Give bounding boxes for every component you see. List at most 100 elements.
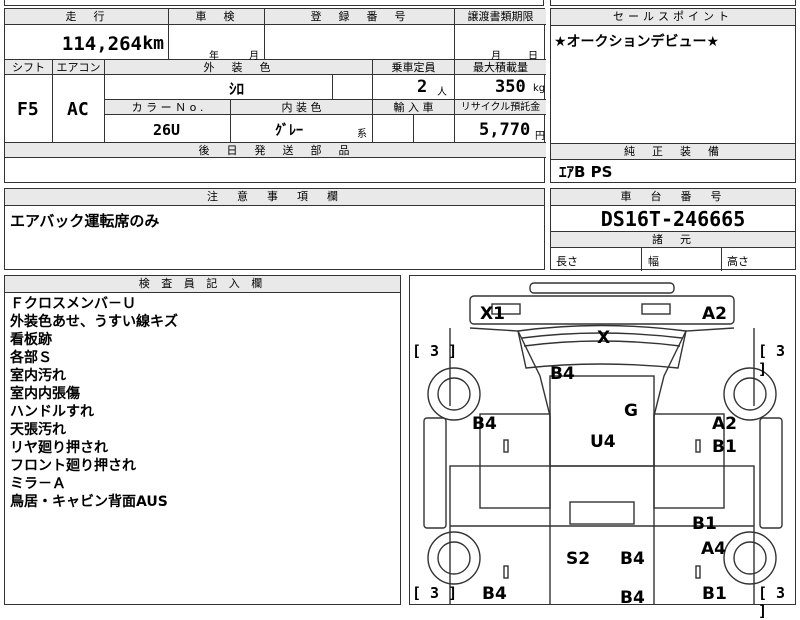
left-a-pillar — [469, 327, 551, 466]
right-side-panel — [759, 417, 783, 529]
import-header: 輸 入 車 — [373, 100, 455, 115]
damage-mark: B1 — [712, 437, 737, 457]
inspector-line: 室内汚れ — [10, 368, 66, 384]
later-parts-cell — [5, 158, 546, 182]
sales-point-text: ★オークションデビュー★ — [554, 34, 720, 50]
damage-mark: B4 — [620, 549, 645, 569]
front-left-wheel — [427, 367, 481, 421]
dim-length-cell: 長さ — [551, 247, 642, 271]
tire-label-front-right: [ 3 ] — [758, 342, 786, 378]
color-no-header: カ ラ ー Ｎ o . — [105, 100, 231, 115]
dim-width-label: 幅 — [648, 255, 659, 268]
roof-outline — [549, 375, 655, 467]
max-load-header: 最大積載量 — [455, 60, 546, 75]
rear-right-wheel — [723, 531, 777, 585]
capacity-value: 2 — [417, 77, 428, 97]
inspector-line: 室内内張傷 — [10, 386, 80, 402]
registration-header: 登 録 番 号 — [265, 9, 455, 25]
recycle-fee-cell: 5,770 円 — [455, 115, 546, 143]
tire-label-front-left: [ 3 ] — [412, 342, 458, 360]
top-strip-right — [550, 0, 796, 6]
exterior-color-header: 外 装 色 — [105, 60, 373, 75]
equipment-text: ｴｱB PS — [559, 163, 613, 181]
inspector-box: 検 査 員 記 入 欄 Ｆクロスメンバ－Ｕ 外装色あせ、うすい線キズ 看板跡 各… — [4, 275, 401, 605]
exterior-color-cell: ｼﾛ — [105, 75, 333, 100]
recycle-fee-value: 5,770 — [479, 120, 531, 140]
inspector-line: フロント廻り押され — [10, 458, 136, 474]
inspector-line: ミラ－Ａ — [10, 476, 66, 492]
interior-color-value: ｸﾞﾚｰ — [275, 123, 303, 139]
bed-center-panel — [569, 501, 635, 525]
tire-label-rear-right: [ 3 ] — [758, 584, 786, 620]
transfer-cell: 月 日 — [455, 25, 546, 62]
capacity-header: 乗車定員 — [373, 60, 455, 75]
notes-header: 注 意 事 項 欄 — [5, 189, 544, 206]
top-strip — [4, 0, 544, 6]
aircon-header: エアコン — [53, 60, 105, 75]
damage-mark: G — [624, 401, 638, 421]
max-load-value: 350 — [495, 77, 526, 97]
damage-mark: B4 — [620, 588, 645, 608]
recycle-fee-header: リサイクル預託金 — [455, 100, 546, 115]
registration-cell — [265, 25, 455, 60]
notes-box: 注 意 事 項 欄 エアバック運転席のみ — [4, 188, 545, 270]
damage-mark: A2 — [712, 414, 737, 434]
color-no-cell: 26U — [105, 115, 231, 143]
inspector-line: 各部Ｓ — [10, 350, 52, 366]
left-side-panel — [423, 417, 447, 529]
inspector-line: 鳥居・キャビン背面AUS — [10, 494, 168, 510]
dim-height-cell: 高さ — [721, 247, 797, 271]
exterior-color-value: ｼﾛ — [229, 80, 245, 98]
dim-width-cell: 幅 — [641, 247, 722, 271]
shift-value: F5 — [17, 99, 39, 120]
transfer-deadline-header: 譲渡書類期限 — [455, 9, 546, 25]
recycle-fee-unit: 円 — [535, 131, 545, 142]
top-bumper-outline — [529, 282, 675, 294]
damage-mark: B4 — [550, 364, 575, 384]
dimensions-header: 諸 元 — [551, 231, 795, 248]
shaken-cell: 年 月 — [169, 25, 265, 62]
right-headlight-outline — [641, 303, 671, 315]
damage-mark: A2 — [702, 304, 727, 324]
mileage-unit: km — [142, 33, 164, 54]
mileage-header: 走 行 — [5, 9, 169, 25]
damage-mark: B1 — [692, 514, 717, 534]
right-door-handle — [695, 439, 701, 453]
aircon-cell: AC — [53, 75, 105, 143]
damage-mark: B4 — [472, 414, 497, 434]
equipment-header: 純 正 装 備 — [551, 143, 795, 160]
shaken-header: 車 検 — [169, 9, 265, 25]
chassis-box: 車 台 番 号 DS16T-246665 諸 元 長さ 幅 高さ — [550, 188, 797, 271]
notes-text: エアバック運転席のみ — [10, 212, 160, 230]
interior-color-header: 内 装 色 — [231, 100, 373, 115]
inspector-line: Ｆクロスメンバ－Ｕ — [10, 296, 136, 312]
dim-height-label: 高さ — [727, 255, 749, 268]
damage-mark: A4 — [701, 539, 726, 559]
aircon-value: AC — [67, 99, 89, 120]
damage-mark: S2 — [566, 549, 591, 569]
capacity-unit: 人 — [437, 87, 447, 98]
inspector-line: 天張汚れ — [10, 422, 66, 438]
dim-length-label: 長さ — [556, 255, 578, 268]
mileage-value: 114,264 — [61, 33, 142, 55]
later-parts-header: 後 日 発 送 部 品 — [5, 143, 546, 158]
inspector-header: 検 査 員 記 入 欄 — [5, 276, 400, 293]
inspector-line: リヤ廻り押され — [10, 440, 108, 456]
sales-point-box: セールスポイント ★オークションデビュー★ 純 正 装 備 ｴｱB PS — [550, 8, 796, 183]
max-load-unit: kg — [533, 83, 546, 94]
exterior-color-sub-cell — [333, 75, 373, 100]
inspector-line: 外装色あせ、うすい線キズ — [10, 314, 178, 330]
max-load-cell: 350 kg — [455, 75, 546, 100]
left-door-handle — [503, 439, 509, 453]
tire-label-rear-left: [ 3 ] — [412, 584, 458, 602]
front-bumper-outline — [469, 295, 735, 325]
inspector-line: ハンドルすれ — [10, 404, 94, 420]
damage-mark: B1 — [702, 584, 727, 604]
chassis-header: 車 台 番 号 — [551, 189, 795, 206]
damage-mark: X — [597, 328, 611, 348]
damage-mark: U4 — [590, 432, 616, 452]
vehicle-spec-table: 走 行 車 検 登 録 番 号 譲渡書類期限 114,264 km 年 月 月 … — [4, 8, 546, 183]
interior-color-cell: ｸﾞﾚｰ 系 — [231, 115, 373, 143]
inspector-lines: Ｆクロスメンバ－Ｕ 外装色あせ、うすい線キズ 看板跡 各部Ｓ 室内汚れ 室内内張… — [10, 295, 178, 511]
chassis-number: DS16T-246665 — [600, 207, 746, 231]
